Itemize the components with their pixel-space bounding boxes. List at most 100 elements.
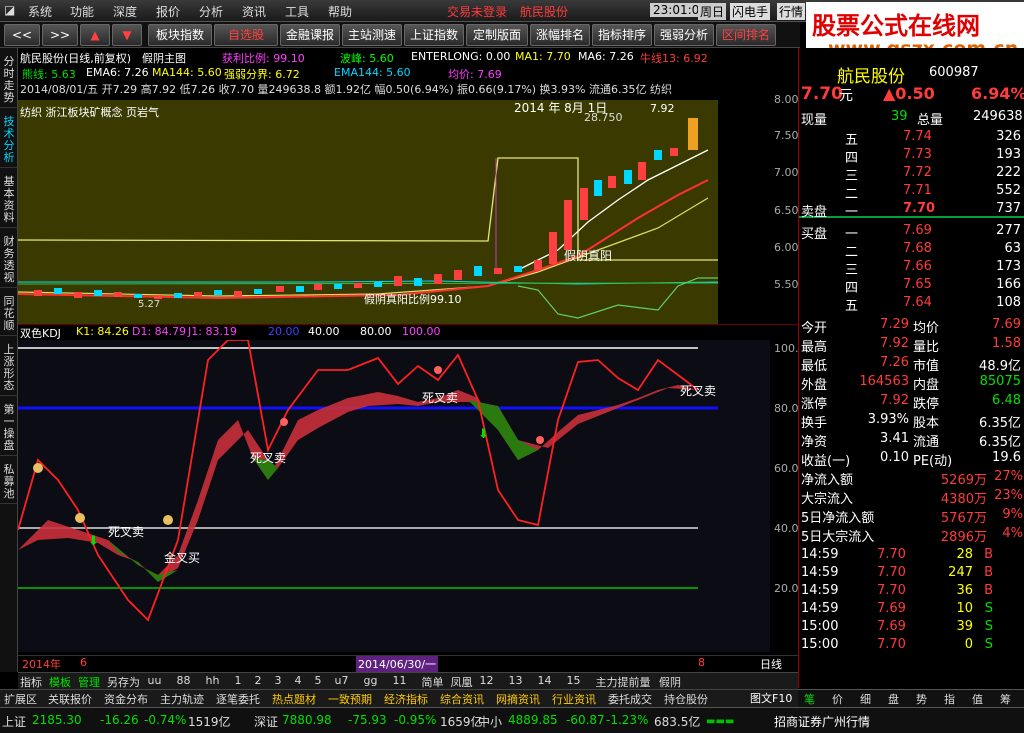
extension-tab[interactable]: 逐笔委托 bbox=[216, 691, 260, 707]
indicator-tab[interactable]: 15 bbox=[567, 674, 581, 687]
indicator-tab[interactable]: uu bbox=[148, 674, 162, 687]
finance-lesson-button[interactable]: 金融课报 bbox=[280, 24, 340, 46]
sector-index-button[interactable]: 板块指数 bbox=[148, 24, 212, 46]
strength-analysis-button[interactable]: 强弱分析 bbox=[654, 24, 714, 46]
quote-tab[interactable]: 筹 bbox=[1000, 691, 1011, 707]
chart-indicator-name[interactable]: 假阴主图 bbox=[142, 50, 186, 66]
indicator-tab[interactable]: 简单 bbox=[422, 674, 444, 690]
indicator-tab[interactable]: 指标 bbox=[20, 674, 42, 690]
buy-level[interactable]: 四 7.65 166 bbox=[799, 276, 1024, 296]
extension-tab[interactable]: 主力轨迹 bbox=[160, 691, 204, 707]
prev-page-button[interactable]: << bbox=[4, 24, 40, 46]
indicator-tab[interactable]: 另存为 bbox=[107, 674, 140, 690]
indicator-tab[interactable]: 管理 bbox=[78, 674, 100, 690]
extension-tab[interactable]: 热点题材 bbox=[272, 691, 316, 707]
indicator-tab[interactable]: 模板 bbox=[49, 674, 71, 690]
sell-level[interactable]: 三 7.72 222 bbox=[799, 164, 1024, 184]
watchlist-button[interactable]: 自选股 bbox=[214, 24, 278, 46]
extension-tab[interactable]: 持仓股份 bbox=[664, 691, 708, 707]
menu-help[interactable]: 帮助 bbox=[328, 3, 352, 20]
indicator-tab[interactable]: 凤凰 bbox=[451, 674, 473, 690]
sh-index-button[interactable]: 上证指数 bbox=[404, 24, 464, 46]
extension-tab[interactable]: 行业资讯 bbox=[552, 691, 596, 707]
extension-tab[interactable]: 网摘资讯 bbox=[496, 691, 540, 707]
tab-basic-info[interactable]: 基本资料 bbox=[0, 176, 18, 228]
next-page-button[interactable]: >> bbox=[42, 24, 78, 46]
quote-tab[interactable]: 盘 bbox=[888, 691, 899, 707]
quote-button[interactable]: 行情 bbox=[777, 3, 806, 20]
indicator-tab[interactable]: 4 bbox=[295, 674, 302, 687]
up-arrow-icon[interactable]: ▲ bbox=[80, 24, 110, 46]
quote-tab[interactable]: 细 bbox=[860, 691, 871, 707]
indicator-tab[interactable]: 主力提前量 bbox=[596, 674, 651, 690]
tab-finance[interactable]: 财务透视 bbox=[0, 236, 18, 288]
chart-area[interactable]: 航民股份(日线,前复权) 假阴主图 获利比例: 99.10 波峰: 5.60 E… bbox=[18, 48, 813, 672]
buy-level[interactable]: 三 7.66 173 bbox=[799, 258, 1024, 278]
zx-label[interactable]: 中小 bbox=[478, 713, 502, 730]
menu-quote[interactable]: 报价 bbox=[156, 3, 180, 20]
menu-function[interactable]: 功能 bbox=[70, 3, 94, 20]
extension-tab[interactable]: 委托成交 bbox=[608, 691, 652, 707]
custom-layout-button[interactable]: 定制版面 bbox=[466, 24, 528, 46]
sz-label[interactable]: 深证 bbox=[254, 713, 278, 730]
quote-tab[interactable]: 值 bbox=[972, 691, 983, 707]
extension-tab[interactable]: 经济指标 bbox=[384, 691, 428, 707]
sell-level[interactable]: 二 7.71 552 bbox=[799, 182, 1024, 202]
quote-tab[interactable]: 势 bbox=[916, 691, 927, 707]
tab-technical[interactable]: 技术分析 bbox=[0, 116, 18, 168]
indicator-tab[interactable]: 12 bbox=[480, 674, 494, 687]
flash-trade-button[interactable]: 闪电手 bbox=[730, 3, 771, 20]
f10-button[interactable]: 图文F10 bbox=[750, 690, 792, 706]
period-selector[interactable]: 日线 bbox=[760, 656, 782, 672]
stock-header: 航民股份 600987 bbox=[799, 62, 1024, 87]
sell-level[interactable]: 卖盘 一 7.70 737 bbox=[799, 200, 1024, 220]
menu-system[interactable]: 系统 bbox=[28, 3, 52, 20]
tab-first-trade[interactable]: 第一操盘 bbox=[0, 404, 18, 456]
down-arrow-icon[interactable]: ▼ bbox=[112, 24, 142, 46]
menu-depth[interactable]: 深度 bbox=[113, 3, 137, 20]
range-rank-button[interactable]: 区间排名 bbox=[716, 24, 776, 46]
tab-uptrend[interactable]: 上涨形态 bbox=[0, 344, 18, 396]
indicator-tab[interactable]: 88 bbox=[177, 674, 191, 687]
indicator-tab[interactable]: 3 bbox=[275, 674, 282, 687]
indicator-tab[interactable]: 5 bbox=[315, 674, 322, 687]
sell-level[interactable]: 四 7.73 193 bbox=[799, 146, 1024, 166]
quote-tab[interactable]: 价 bbox=[832, 691, 843, 707]
indicator-tab[interactable]: 1 bbox=[235, 674, 242, 687]
kline-panel[interactable]: 2014 年 8月 1日 7.92 28.750 5.27 假阴真阳 假阴真阳比… bbox=[18, 100, 770, 324]
menu-tools[interactable]: 工具 bbox=[285, 3, 309, 20]
menu-analysis[interactable]: 分析 bbox=[199, 3, 223, 20]
extension-tab[interactable]: 关联报价 bbox=[48, 691, 92, 707]
tab-ths[interactable]: 同花顺 bbox=[0, 296, 18, 336]
gain-rank-button[interactable]: 涨幅排名 bbox=[530, 24, 590, 46]
indicator-tab[interactable]: 2 bbox=[255, 674, 262, 687]
buy-level[interactable]: 买盘一 7.69 277 bbox=[799, 222, 1024, 242]
tab-private-fund[interactable]: 私募池 bbox=[0, 464, 18, 504]
buy-level[interactable]: 二 7.68 63 bbox=[799, 240, 1024, 260]
extension-tab[interactable]: 扩展区 bbox=[4, 691, 37, 707]
tab-intraday[interactable]: 分时走势 bbox=[0, 56, 18, 108]
sell-level[interactable]: 五 7.74 326 bbox=[799, 128, 1024, 148]
speed-test-button[interactable]: 主站测速 bbox=[342, 24, 402, 46]
kdj-panel[interactable]: 死叉卖 死叉卖 金叉买 死叉卖 死叉卖 ⬇ ⬇ bbox=[18, 340, 770, 652]
extension-tab[interactable]: 资金分布 bbox=[104, 691, 148, 707]
extension-tab[interactable]: 综合资讯 bbox=[440, 691, 484, 707]
quote-tab[interactable]: 指 bbox=[944, 691, 955, 707]
login-status[interactable]: 交易未登录 bbox=[447, 3, 507, 20]
tick-price: 7.70 bbox=[877, 637, 906, 652]
indicator-tab[interactable]: 假阴 bbox=[659, 674, 681, 690]
candle bbox=[94, 290, 102, 296]
indicator-tab[interactable]: u7 bbox=[335, 674, 349, 687]
indicator-tab[interactable]: 13 bbox=[509, 674, 523, 687]
kdj-name[interactable]: 双色KDJ bbox=[20, 325, 61, 341]
indicator-tab[interactable]: 14 bbox=[538, 674, 552, 687]
extension-tab[interactable]: 一致预期 bbox=[328, 691, 372, 707]
menu-news[interactable]: 资讯 bbox=[242, 3, 266, 20]
indicator-tab[interactable]: gg bbox=[364, 674, 378, 687]
quote-tab[interactable]: 笔 bbox=[804, 691, 815, 707]
buy-level[interactable]: 五 7.64 108 bbox=[799, 294, 1024, 314]
indicator-sort-button[interactable]: 指标排序 bbox=[592, 24, 652, 46]
sh-label[interactable]: 上证 bbox=[2, 713, 26, 730]
indicator-tab[interactable]: hh bbox=[206, 674, 220, 687]
indicator-tab[interactable]: 11 bbox=[393, 674, 407, 687]
